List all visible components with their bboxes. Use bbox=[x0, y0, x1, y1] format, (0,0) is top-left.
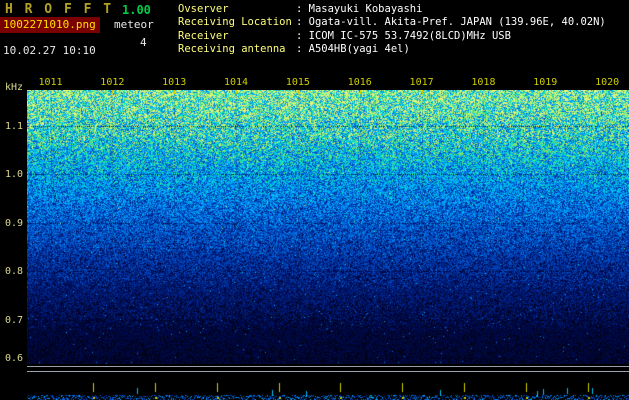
info-value: : A504HB(yagi 4el) bbox=[296, 43, 410, 55]
hrofft-window: H R O F F T 1.00 1002271010.png meteor 4… bbox=[0, 0, 629, 400]
freq-label: 1.0 bbox=[0, 169, 23, 180]
time-tick bbox=[360, 90, 361, 94]
station-info-row: Receiving antenna: A504HB(yagi 4el) bbox=[178, 43, 606, 57]
time-tick bbox=[422, 90, 423, 94]
time-label: 1011 bbox=[34, 77, 68, 88]
freq-label: 0.8 bbox=[0, 266, 23, 277]
app-title: H R O F F T bbox=[5, 2, 113, 17]
info-label: Receiver bbox=[178, 30, 296, 42]
time-label: 1013 bbox=[157, 77, 191, 88]
time-label: 1014 bbox=[219, 77, 253, 88]
freq-label: 1.1 bbox=[0, 121, 23, 132]
station-info: Ovserver: Masayuki Kobayashi Receiving Lo… bbox=[178, 2, 606, 56]
info-label: Receiving Location bbox=[178, 16, 296, 28]
time-label: 1020 bbox=[590, 77, 624, 88]
time-label: 1016 bbox=[343, 77, 377, 88]
info-value: : Masayuki Kobayashi bbox=[296, 3, 422, 15]
time-tick bbox=[545, 90, 546, 94]
time-tick bbox=[483, 90, 484, 94]
freq-axis-unit: kHz bbox=[0, 82, 23, 93]
station-info-row: Ovserver: Masayuki Kobayashi bbox=[178, 2, 606, 16]
signal-level-strip-canvas bbox=[27, 374, 629, 400]
level-line-upper bbox=[27, 366, 629, 367]
time-label: 1017 bbox=[405, 77, 439, 88]
time-label: 1019 bbox=[528, 77, 562, 88]
app-version: 1.00 bbox=[122, 3, 151, 17]
datetime-label: 10.02.27 10:10 bbox=[3, 44, 96, 57]
info-value: : Ogata-vill. Akita-Pref. JAPAN (139.96E… bbox=[296, 16, 606, 28]
time-tick bbox=[298, 90, 299, 94]
time-tick bbox=[51, 90, 52, 94]
spectrogram-canvas bbox=[27, 90, 629, 364]
info-value: : ICOM IC-575 53.7492(8LCD)MHz USB bbox=[296, 30, 511, 42]
freq-label: 0.6 bbox=[0, 353, 23, 364]
time-label: 1012 bbox=[95, 77, 129, 88]
freq-label: 0.7 bbox=[0, 315, 23, 326]
time-tick bbox=[607, 90, 608, 94]
time-tick bbox=[112, 90, 113, 94]
station-info-row: Receiver: ICOM IC-575 53.7492(8LCD)MHz U… bbox=[178, 29, 606, 43]
mode-label: meteor bbox=[114, 18, 154, 31]
output-filename: 1002271010.png bbox=[0, 17, 100, 33]
station-info-row: Receiving Location: Ogata-vill. Akita-Pr… bbox=[178, 16, 606, 30]
info-label: Receiving antenna bbox=[178, 43, 296, 55]
meteor-count: 4 bbox=[140, 36, 147, 49]
time-label: 1018 bbox=[466, 77, 500, 88]
level-line-lower bbox=[27, 371, 629, 372]
freq-label: 0.9 bbox=[0, 218, 23, 229]
time-tick bbox=[236, 90, 237, 94]
time-tick bbox=[174, 90, 175, 94]
time-label: 1015 bbox=[281, 77, 315, 88]
info-label: Ovserver bbox=[178, 3, 296, 15]
